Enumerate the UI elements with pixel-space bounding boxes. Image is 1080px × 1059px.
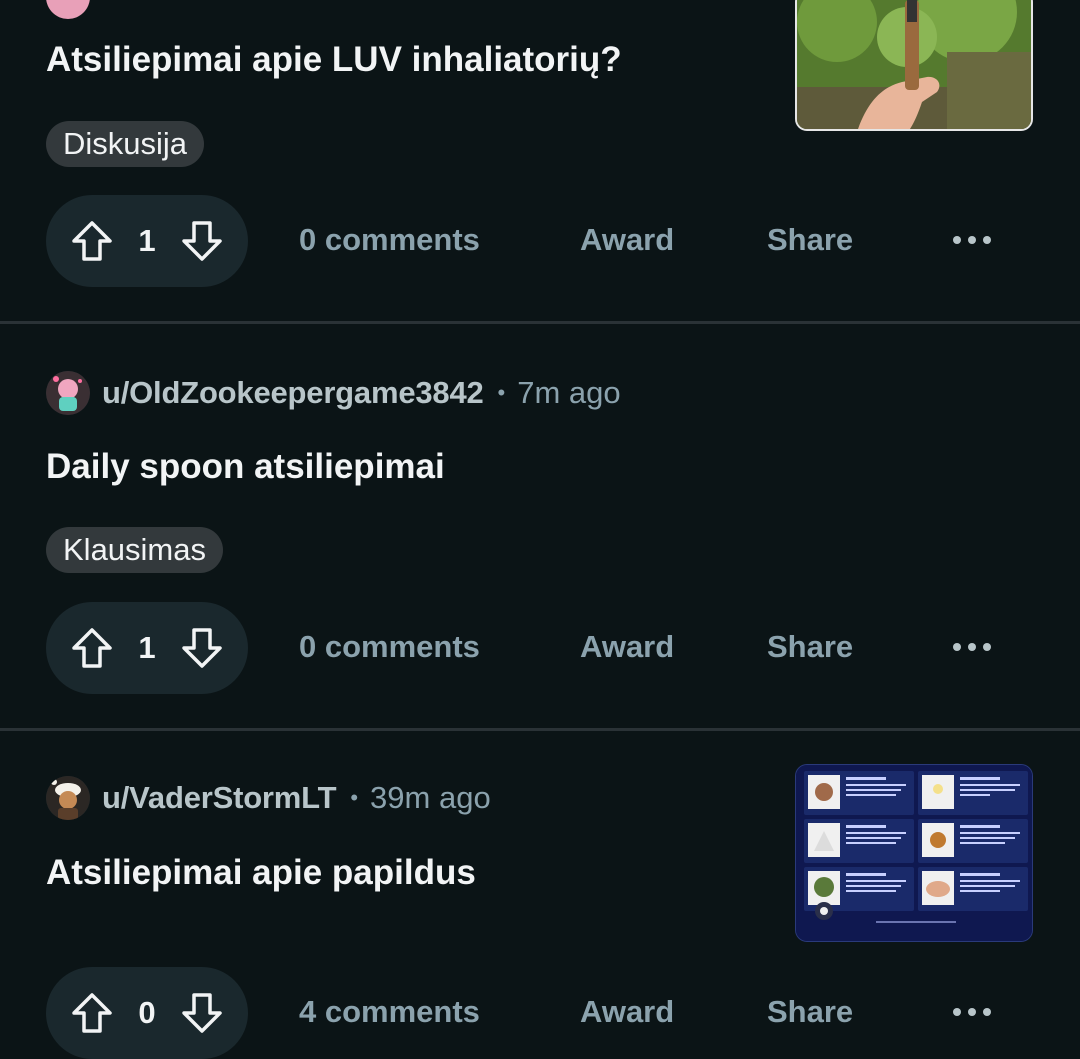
comments-button[interactable]: 4 comments bbox=[299, 994, 480, 1030]
thumbnail-image bbox=[797, 0, 1031, 129]
post-thumbnail[interactable] bbox=[795, 0, 1033, 131]
vote-pill: 0 bbox=[46, 967, 248, 1059]
post-author[interactable]: u/OldZookeepergame3842 bbox=[102, 375, 484, 411]
downvote-icon[interactable] bbox=[178, 217, 226, 265]
post-card[interactable]: u/VaderStormLT • 39m ago Atsiliepimai ap… bbox=[0, 731, 1080, 1059]
post-thumbnail[interactable] bbox=[795, 764, 1033, 942]
share-button[interactable]: Share bbox=[767, 222, 853, 258]
post-author[interactable]: u/VaderStormLT bbox=[102, 780, 337, 816]
avatar[interactable] bbox=[46, 0, 90, 19]
award-button[interactable]: Award bbox=[580, 994, 674, 1030]
award-button[interactable]: Award bbox=[580, 222, 674, 258]
more-options-icon[interactable] bbox=[948, 988, 996, 1036]
avatar[interactable] bbox=[46, 776, 90, 820]
meta-separator: • bbox=[497, 380, 506, 405]
flair-badge[interactable]: Klausimas bbox=[46, 527, 223, 573]
upvote-icon[interactable] bbox=[68, 624, 116, 672]
vote-count: 1 bbox=[138, 223, 156, 258]
post-title[interactable]: Atsiliepimai apie LUV inhaliatorių? bbox=[46, 40, 622, 80]
vote-count: 1 bbox=[138, 630, 156, 665]
vote-pill: 1 bbox=[46, 602, 248, 694]
downvote-icon[interactable] bbox=[178, 624, 226, 672]
upvote-icon[interactable] bbox=[68, 217, 116, 265]
post-meta: u/OldZookeepergame3842 • 7m ago bbox=[46, 370, 621, 416]
meta-separator: • bbox=[350, 785, 359, 810]
upvote-icon[interactable] bbox=[68, 989, 116, 1037]
more-options-icon[interactable] bbox=[948, 623, 996, 671]
award-button[interactable]: Award bbox=[580, 629, 674, 665]
post-card[interactable]: Atsiliepimai apie LUV inhaliatorių? Disk… bbox=[0, 0, 1080, 322]
comments-button[interactable]: 0 comments bbox=[299, 222, 480, 258]
avatar[interactable] bbox=[46, 371, 90, 415]
post-time: 39m ago bbox=[370, 780, 491, 815]
post-card[interactable]: u/OldZookeepergame3842 • 7m ago Daily sp… bbox=[0, 324, 1080, 728]
downvote-icon[interactable] bbox=[178, 989, 226, 1037]
share-button[interactable]: Share bbox=[767, 629, 853, 665]
thumbnail-image bbox=[796, 765, 1032, 941]
vote-pill: 1 bbox=[46, 195, 248, 287]
share-button[interactable]: Share bbox=[767, 994, 853, 1030]
comments-button[interactable]: 0 comments bbox=[299, 629, 480, 665]
vote-count: 0 bbox=[138, 995, 156, 1030]
post-meta: u/VaderStormLT • 39m ago bbox=[46, 775, 491, 821]
post-title[interactable]: Daily spoon atsiliepimai bbox=[46, 447, 445, 487]
post-time: 7m ago bbox=[517, 375, 621, 410]
post-meta bbox=[46, 0, 102, 20]
post-title[interactable]: Atsiliepimai apie papildus bbox=[46, 853, 476, 893]
flair-badge[interactable]: Diskusija bbox=[46, 121, 205, 167]
more-options-icon[interactable] bbox=[948, 216, 996, 264]
